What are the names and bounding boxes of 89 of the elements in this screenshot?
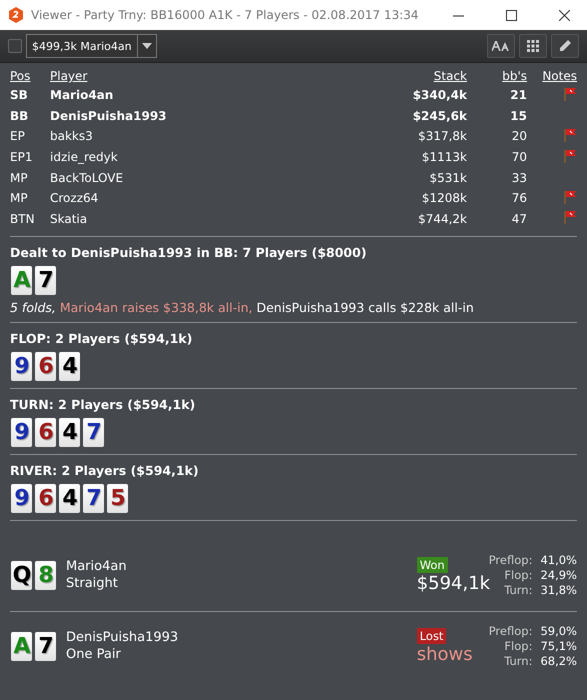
table-cell-text: $1113k: [420, 149, 467, 166]
equity-label: Preflop:: [488, 552, 532, 568]
grid-icon: [527, 40, 539, 52]
table-cell: 33: [467, 167, 527, 188]
column-header[interactable]: Player: [50, 67, 334, 85]
table-cell: 15: [467, 106, 527, 126]
equity-label: Turn:: [503, 654, 532, 669]
playing-card: 6: [35, 484, 56, 514]
table-cell-text: $1208k: [420, 190, 467, 208]
table-cell-text: $245,6k: [412, 108, 467, 125]
table-cell-text: Skatia: [50, 210, 88, 228]
table-cell-text: $531k: [428, 170, 467, 187]
checkbox[interactable]: [8, 39, 22, 53]
table-cell-text: EP: [10, 128, 26, 146]
playing-card: 4: [59, 484, 80, 514]
close-icon: [558, 10, 570, 20]
hand-rank: Straight: [66, 576, 119, 592]
playing-card: 7: [83, 418, 104, 448]
playing-card: 9: [11, 352, 32, 382]
caret-icon: [142, 43, 152, 49]
street-heading: FLOP: 2 Players ($594,1k): [10, 331, 194, 346]
table-cell-text: $744,2k: [417, 210, 467, 228]
table-cell-text: $317,8k: [417, 128, 467, 146]
playing-card: 4: [59, 418, 80, 448]
hand-rank: One Pair: [66, 647, 122, 662]
table-cell: 70: [467, 146, 527, 168]
street-heading: TURN: 2 Players ($594,1k): [10, 397, 196, 412]
equity-label: Flop:: [503, 568, 532, 583]
equity-value: 31,8%: [540, 582, 577, 598]
playing-card: 9: [11, 484, 32, 514]
table-cell-text: EP1: [10, 149, 34, 166]
font-size-button[interactable]: [487, 34, 515, 58]
column-header[interactable]: Pos: [10, 67, 50, 85]
playing-card: 5: [107, 484, 128, 514]
result-badge: Won: [416, 556, 448, 573]
playing-card: 8: [35, 560, 56, 590]
playing-card: 7: [83, 484, 104, 514]
shows-text: shows: [416, 644, 473, 665]
playing-card: A: [11, 632, 32, 661]
player-name: DenisPuisha1993: [66, 630, 180, 646]
playing-card: 7: [35, 266, 56, 296]
table-cell-text: DenisPuisha1993: [50, 108, 168, 125]
table-cell-text: BTN: [10, 210, 36, 228]
equity-label: Preflop:: [488, 624, 532, 639]
column-header[interactable]: Notes: [527, 67, 577, 85]
equity-value: 75,1%: [540, 638, 577, 654]
equity-value: 41,0%: [540, 552, 577, 568]
column-header[interactable]: bb's: [467, 67, 527, 85]
edit-button[interactable]: [551, 34, 579, 58]
playing-card: 9: [11, 418, 32, 448]
street-heading: Dealt to DenisPuisha1993 in BB: 7 Players ($8000): [10, 245, 368, 260]
result-badge: Lost: [416, 628, 446, 644]
table-cell-text: Crozz64: [50, 190, 100, 208]
table-cell-text: $340,4k: [412, 87, 467, 104]
equity-value: 24,9%: [540, 568, 577, 583]
pencil-icon: [558, 39, 572, 53]
maximize-icon: [506, 10, 516, 20]
playing-card: 6: [35, 418, 56, 448]
playing-card: 7: [35, 632, 56, 661]
table-cell-text: MP: [10, 170, 29, 187]
playing-card: 4: [59, 352, 80, 382]
table-cell-text: MP: [10, 190, 29, 208]
won-amount: $594,1k: [416, 572, 490, 594]
table-cell: 47: [467, 208, 527, 230]
playing-card: A: [11, 266, 32, 296]
table-cell-text: Mario4an: [50, 87, 114, 104]
grid-button[interactable]: [519, 34, 547, 58]
playing-card: 6: [35, 352, 56, 382]
table-cell-text: SB: [10, 87, 29, 104]
letters-icon: [492, 41, 510, 51]
equity-label: Flop:: [503, 638, 532, 654]
column-header[interactable]: Stack: [334, 67, 467, 85]
equity-value: 59,0%: [540, 624, 577, 639]
street-heading: RIVER: 2 Players ($594,1k): [10, 463, 200, 478]
player-dropdown[interactable]: $499,3k Mario4an: [26, 34, 157, 58]
table-cell-text: idzie_redyk: [50, 149, 119, 166]
table-cell: 76: [467, 188, 527, 209]
table-cell: 21: [467, 85, 527, 106]
player-name: Mario4an: [66, 559, 128, 574]
table-cell-text: bakks3: [50, 128, 94, 146]
table-cell-text: BB: [10, 108, 30, 125]
equity-value: 68,2%: [540, 654, 577, 669]
app-logo-icon: [8, 7, 24, 23]
equity-label: Turn:: [503, 582, 532, 598]
table-cell: 20: [467, 126, 527, 147]
window-title: Viewer - Party Trny: BB16000 A1K - 7 Players - 02.08.2017 13:34: [31, 8, 420, 22]
table-cell-text: BackToLOVE: [50, 170, 124, 187]
action-line: 5 folds, Mario4an raises $338,8k all-in, DenisPuisha1993 calls $228k all-in: [10, 300, 475, 316]
playing-card: Q: [11, 560, 32, 590]
